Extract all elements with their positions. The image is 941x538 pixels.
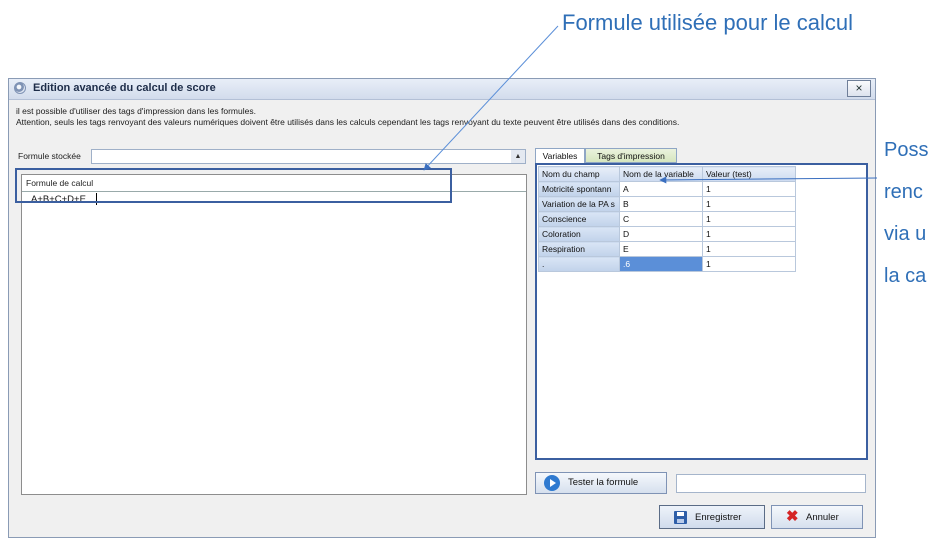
annotation-arrows xyxy=(423,25,878,184)
arrow-to-formula xyxy=(423,25,559,171)
arrow-to-variable xyxy=(659,176,878,184)
